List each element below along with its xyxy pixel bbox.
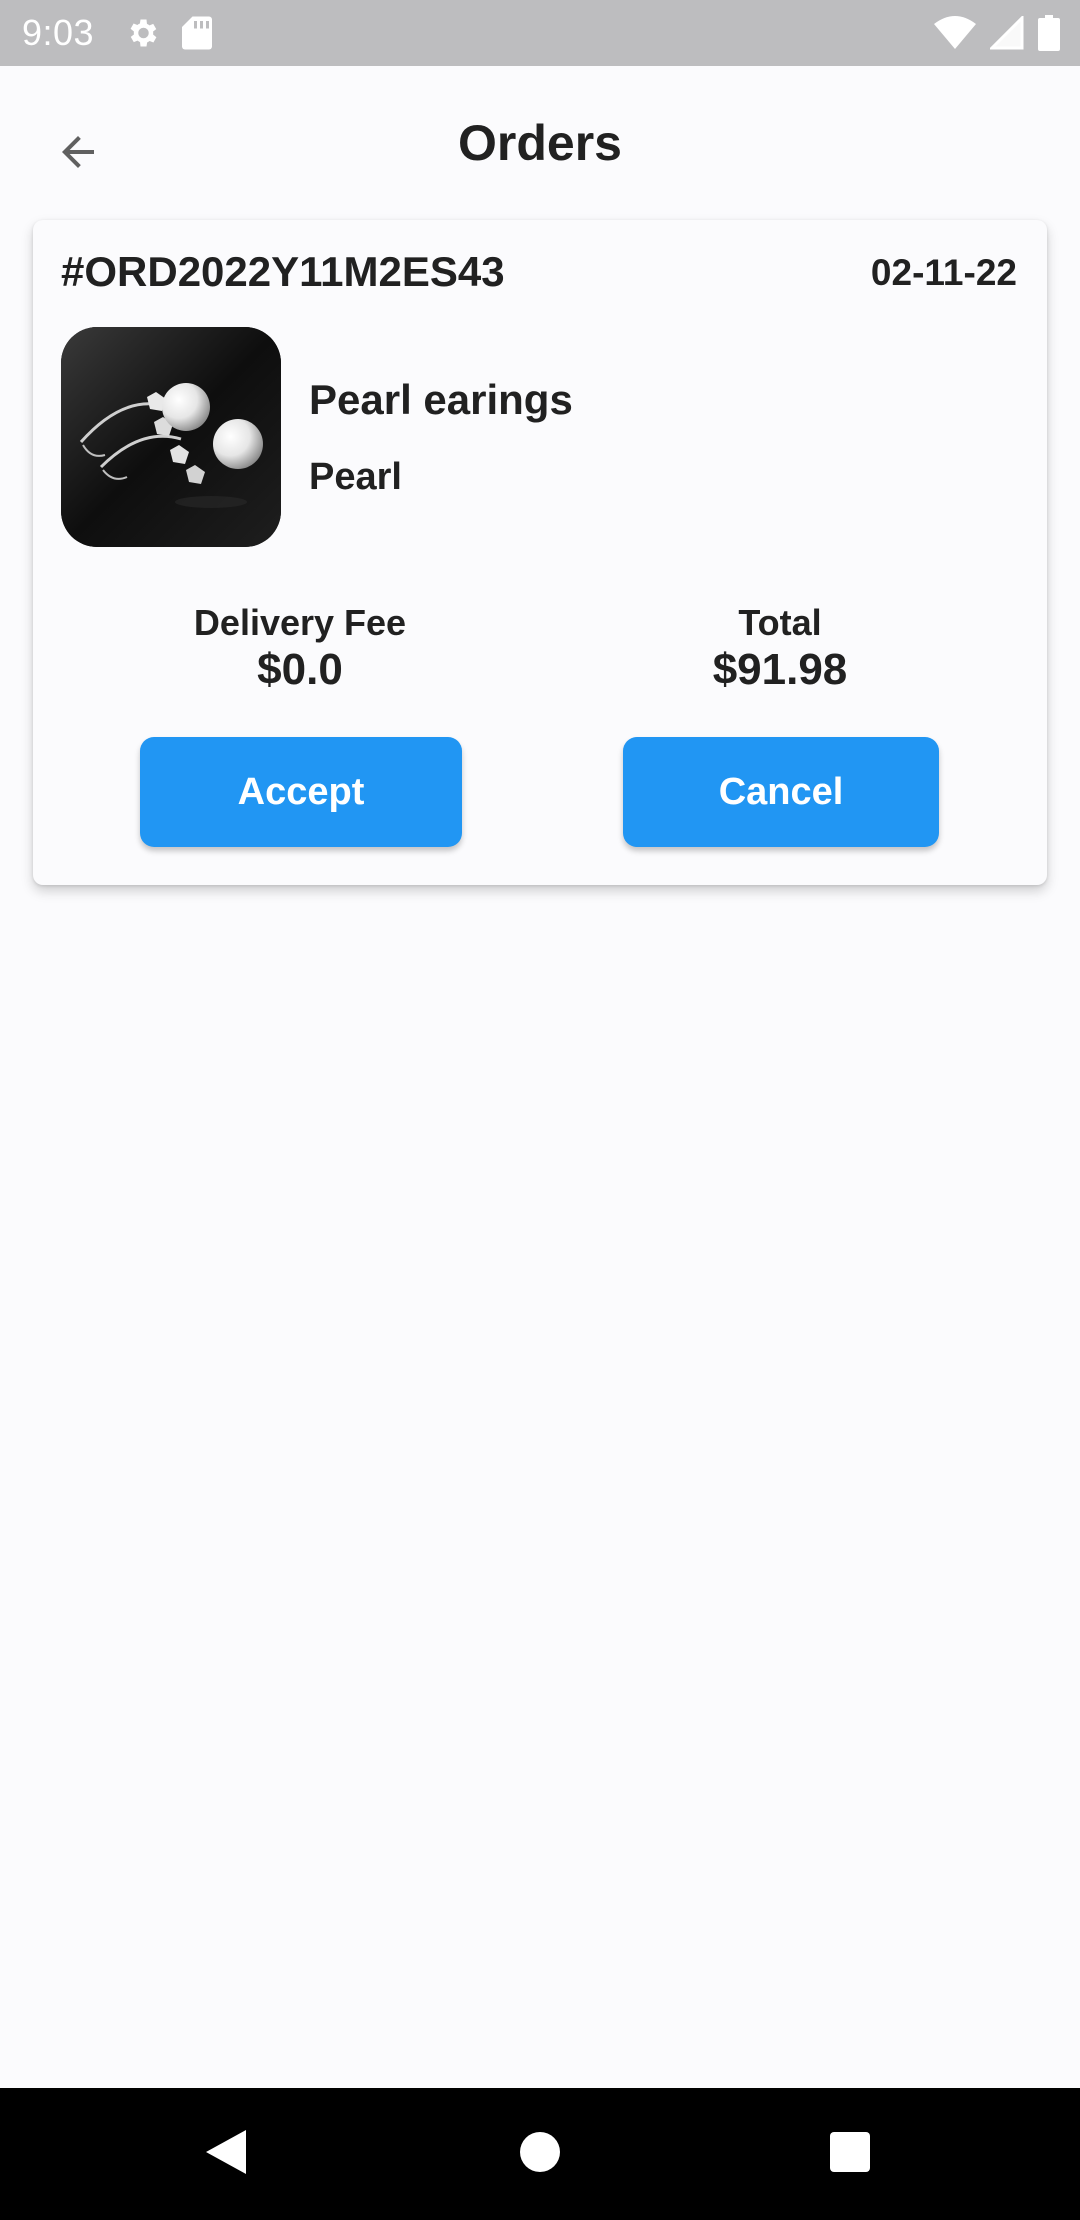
nav-back-icon: [204, 2128, 248, 2181]
nav-home-button[interactable]: [480, 2088, 600, 2220]
wifi-icon: [934, 16, 976, 50]
status-bar: 9:03: [0, 0, 1080, 66]
page-title: Orders: [458, 115, 622, 171]
total-label: Total: [738, 602, 822, 643]
nav-recents-icon: [829, 2131, 871, 2178]
navigation-bar: [0, 2088, 1080, 2220]
delivery-fee-label: Delivery Fee: [193, 602, 407, 643]
total-value: $91.98: [712, 645, 848, 694]
cancel-button[interactable]: Cancel: [623, 737, 939, 847]
product-image: [61, 327, 281, 547]
product-category: Pearl: [309, 456, 402, 498]
nav-recents-button[interactable]: [790, 2088, 910, 2220]
sd-card-icon: [182, 15, 213, 51]
settings-icon: [124, 15, 160, 51]
status-left-icons: [124, 15, 213, 51]
status-time: 9:03: [22, 12, 95, 53]
order-card[interactable]: #ORD2022Y11M2ES43 02-11-22 Pearl earings…: [33, 220, 1047, 885]
order-date: 02-11-22: [870, 252, 1017, 293]
product-name: Pearl earings: [309, 376, 573, 423]
delivery-fee-value: $0.0: [257, 645, 343, 694]
nav-back-button[interactable]: [166, 2088, 286, 2220]
status-right-icons: [934, 0, 1060, 66]
order-id: #ORD2022Y11M2ES43: [61, 248, 505, 295]
battery-icon: [1038, 15, 1060, 51]
nav-home-icon: [519, 2131, 561, 2178]
delivery-fee-summary: Delivery Fee $0.0: [135, 602, 465, 696]
signal-icon: [990, 16, 1024, 50]
total-summary: Total $91.98: [615, 602, 945, 696]
accept-button[interactable]: Accept: [140, 737, 462, 847]
app-bar: Orders: [0, 66, 1080, 222]
